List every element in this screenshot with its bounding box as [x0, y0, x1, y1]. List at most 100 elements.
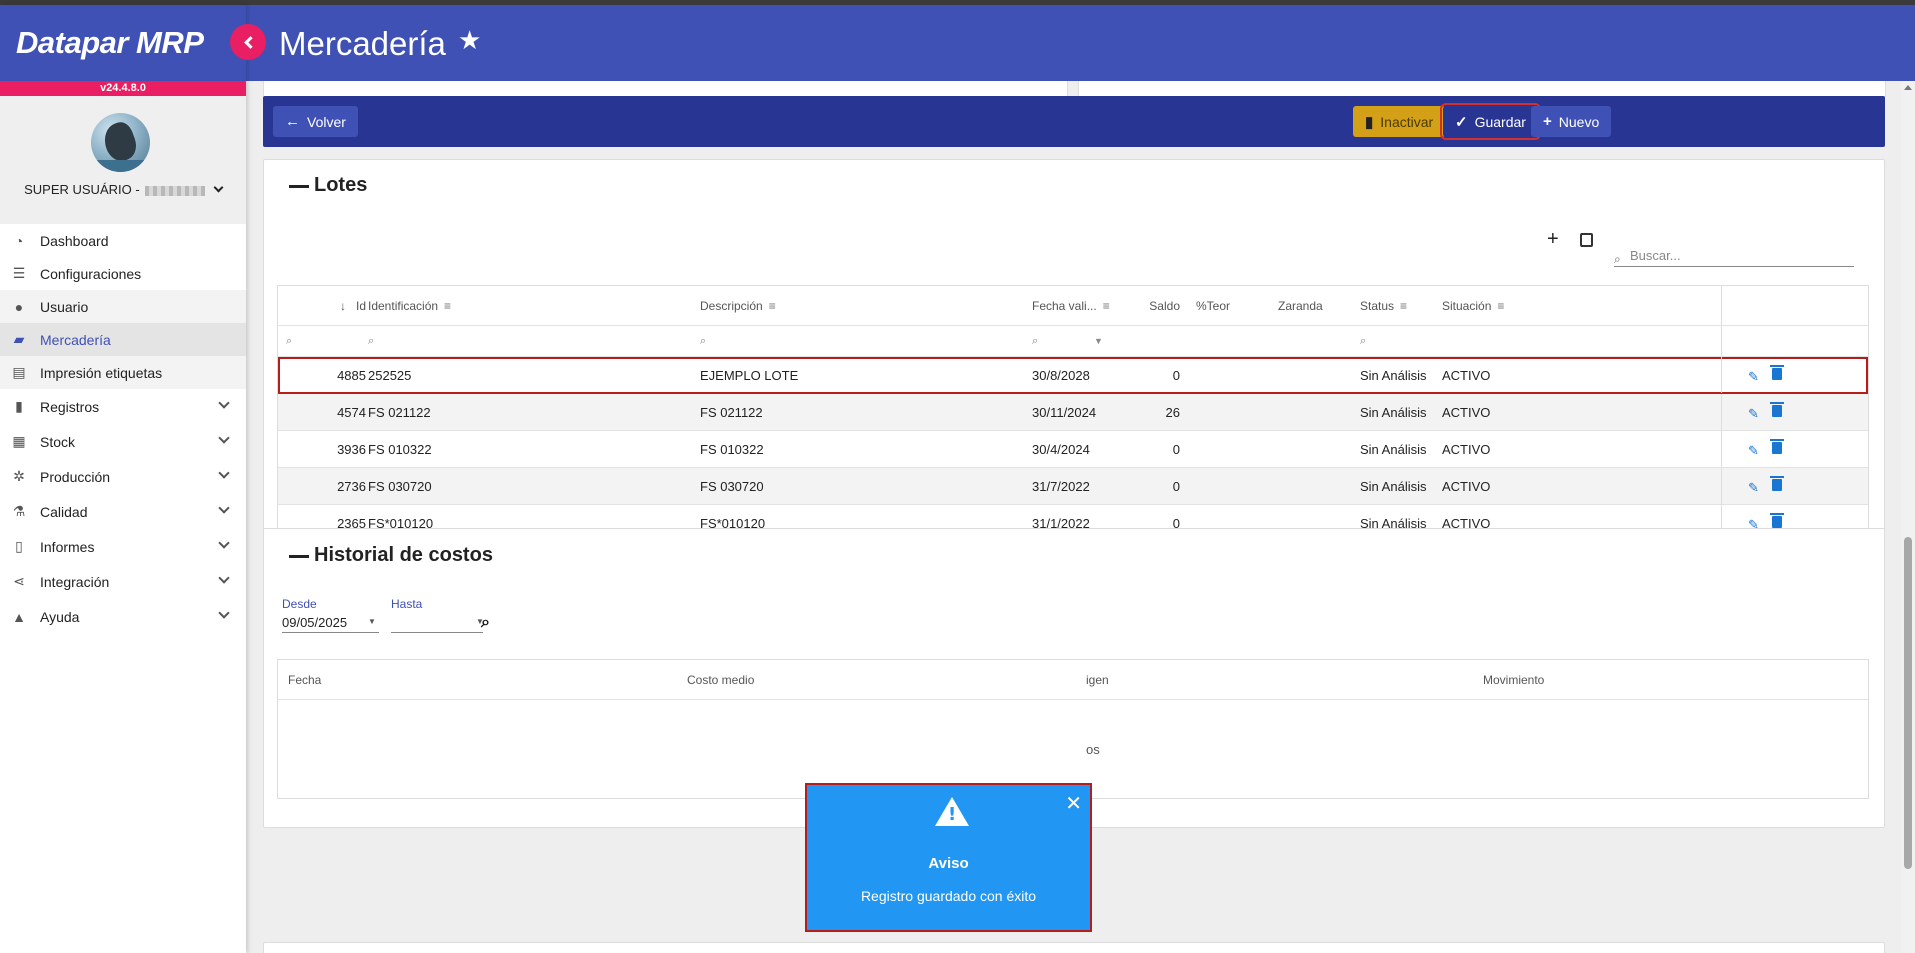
search-icon[interactable]: ⌕: [481, 614, 490, 632]
filter-icon[interactable]: ≡: [1497, 299, 1504, 313]
cell-id: 2736: [337, 478, 366, 494]
sidebar-item-usuario[interactable]: ● Usuario: [0, 290, 246, 323]
sidebar-item-dashboard[interactable]: ◔ Dashboard: [0, 224, 246, 257]
search-icon[interactable]: ⌕: [1360, 326, 1366, 356]
dashboard-icon: ◔: [14, 232, 24, 249]
trash-icon[interactable]: [1770, 402, 1784, 417]
hasta-field[interactable]: [391, 632, 483, 633]
cell-descripcion: FS 021122: [700, 404, 763, 420]
edit-icon[interactable]: ✎: [1748, 369, 1759, 385]
grid-search-input[interactable]: ⌕ Buscar...: [1614, 247, 1854, 267]
trash-icon[interactable]: [1770, 365, 1784, 380]
cell-id: 4574: [337, 404, 366, 420]
sidebar-item-configuraciones[interactable]: ☰ Configuraciones: [0, 257, 246, 290]
cell-saldo: 26: [1165, 404, 1180, 420]
col-fecha[interactable]: Fecha vali... ≡: [1032, 286, 1110, 325]
actions-column-divider: [1721, 286, 1722, 325]
sidebar-item-integracion[interactable]: ⋖ Integración: [0, 564, 246, 599]
grid-header-row: ↓ Id Identificación ≡ Descripción ≡ Fecha …: [278, 286, 1868, 326]
search-icon[interactable]: ⌕: [286, 326, 292, 356]
caret-down-icon[interactable]: ▼: [1094, 326, 1103, 356]
sidebar-item-impresion-etiquetas[interactable]: ▤ Impresión etiquetas: [0, 356, 246, 389]
search-icon[interactable]: ⌕: [700, 326, 706, 356]
scroll-thumb[interactable]: [1904, 537, 1912, 869]
lotes-card: Lotes + ⌕ Buscar... ↓ Id Identificación ≡…: [263, 159, 1885, 617]
cell-fecha: 31/7/2022: [1032, 478, 1090, 494]
search-icon[interactable]: ⌕: [368, 326, 374, 356]
deactivate-button[interactable]: ▮ Inactivar: [1353, 106, 1446, 137]
box-icon: ▰: [13, 331, 25, 347]
col-descripcion[interactable]: Descripción ≡: [700, 286, 776, 325]
cell-situacion: ACTIVO: [1442, 478, 1491, 494]
favorite-star-icon[interactable]: ★: [458, 25, 481, 56]
brand-logo[interactable]: Datapar MRP: [16, 25, 204, 61]
sidebar-collapse-button[interactable]: [230, 24, 266, 60]
trash-icon[interactable]: [1770, 476, 1784, 491]
arrow-left-icon: ←: [285, 113, 300, 130]
table-row[interactable]: 2736 FS 030720 FS 030720 31/7/2022 0 Sin Anál…: [278, 468, 1868, 505]
col-fecha[interactable]: Fecha: [288, 660, 321, 699]
chevron-down-icon: [213, 182, 224, 193]
col-identificacion[interactable]: Identificación ≡: [368, 286, 451, 325]
cell-situacion: ACTIVO: [1442, 367, 1491, 383]
back-button[interactable]: ← Volver: [273, 106, 358, 137]
desde-field[interactable]: 09/05/2025: [282, 615, 347, 630]
sidebar-item-informes[interactable]: ▯ Informes: [0, 529, 246, 564]
sidebar-nav: ◔ Dashboard ☰ Configuraciones ● Usuario ▰ Me…: [0, 224, 246, 634]
search-icon: ⌕: [1614, 252, 1621, 266]
page-scrollbar[interactable]: [1901, 81, 1915, 953]
col-situacion[interactable]: Situación ≡: [1442, 286, 1504, 325]
sidebar-item-produccion[interactable]: ✲ Producción: [0, 459, 246, 494]
col-status[interactable]: Status ≡: [1360, 286, 1407, 325]
edit-icon[interactable]: ✎: [1748, 443, 1759, 459]
empty-message: os: [1086, 742, 1100, 757]
avatar[interactable]: [91, 113, 150, 172]
add-row-icon[interactable]: +: [1547, 228, 1559, 251]
chevron-down-icon: [218, 502, 230, 514]
scroll-up-icon[interactable]: [1904, 85, 1912, 90]
col-costo-medio[interactable]: Costo medio: [687, 660, 754, 699]
edit-icon[interactable]: ✎: [1748, 480, 1759, 496]
cell-id: 4885: [337, 367, 366, 383]
hasta-label: Hasta: [391, 597, 423, 611]
col-origen[interactable]: igen: [1086, 660, 1109, 699]
close-icon[interactable]: ✕: [1065, 791, 1082, 816]
filter-icon[interactable]: ≡: [769, 299, 776, 313]
cell-descripcion: FS 030720: [700, 478, 764, 494]
save-button[interactable]: ✓ Guardar: [1440, 103, 1541, 140]
cell-identificacion: 252525: [368, 367, 412, 383]
trash-icon[interactable]: [1770, 513, 1784, 528]
desde-underline: [282, 632, 379, 633]
col-teor[interactable]: %Teor: [1196, 286, 1230, 325]
new-button[interactable]: + Nuevo: [1531, 106, 1612, 137]
table-row[interactable]: 3936 FS 010322 FS 010322 30/4/2024 0 Sin Anál…: [278, 431, 1868, 468]
actions-column-divider: [1721, 326, 1722, 356]
filter-icon[interactable]: ≡: [1103, 299, 1110, 313]
sidebar-item-mercaderia[interactable]: ▰ Mercadería: [0, 323, 246, 356]
collapse-lotes-icon[interactable]: [289, 185, 309, 188]
col-movimiento[interactable]: Movimiento: [1483, 660, 1544, 699]
check-icon: ✓: [1455, 113, 1468, 131]
caret-down-icon[interactable]: ▼: [368, 617, 376, 626]
column-chooser-icon[interactable]: [1580, 233, 1593, 247]
table-row[interactable]: 4574 FS 021122 FS 021122 30/11/2024 26 Sin An…: [278, 394, 1868, 431]
filter-icon[interactable]: ≡: [1400, 299, 1407, 313]
sidebar-item-stock[interactable]: ▦ Stock: [0, 424, 246, 459]
col-id[interactable]: Id: [348, 286, 366, 325]
filter-icon[interactable]: ≡: [444, 299, 451, 313]
edit-icon[interactable]: ✎: [1748, 406, 1759, 422]
collapse-historial-icon[interactable]: [289, 555, 309, 558]
table-row-selected[interactable]: 4885 252525 EJEMPLO LOTE 30/8/2028 0 Sin Anál…: [278, 357, 1868, 394]
col-saldo[interactable]: Saldo: [1140, 286, 1180, 325]
card-edge-left: [263, 81, 1068, 97]
trash-icon[interactable]: [1770, 439, 1784, 454]
user-menu[interactable]: SUPER USUÁRIO -: [0, 182, 246, 197]
sidebar-item-calidad[interactable]: ⚗ Calidad: [0, 494, 246, 529]
sidebar-item-registros[interactable]: ▮ Registros: [0, 389, 246, 424]
actions-column-divider: [1721, 468, 1722, 504]
col-zaranda[interactable]: Zaranda: [1278, 286, 1323, 325]
toast-message: Registro guardado con éxito: [860, 888, 1037, 904]
search-icon[interactable]: ⌕: [1032, 326, 1038, 356]
sidebar-item-ayuda[interactable]: ▲ Ayuda: [0, 599, 246, 634]
chevron-down-icon: [218, 467, 230, 479]
